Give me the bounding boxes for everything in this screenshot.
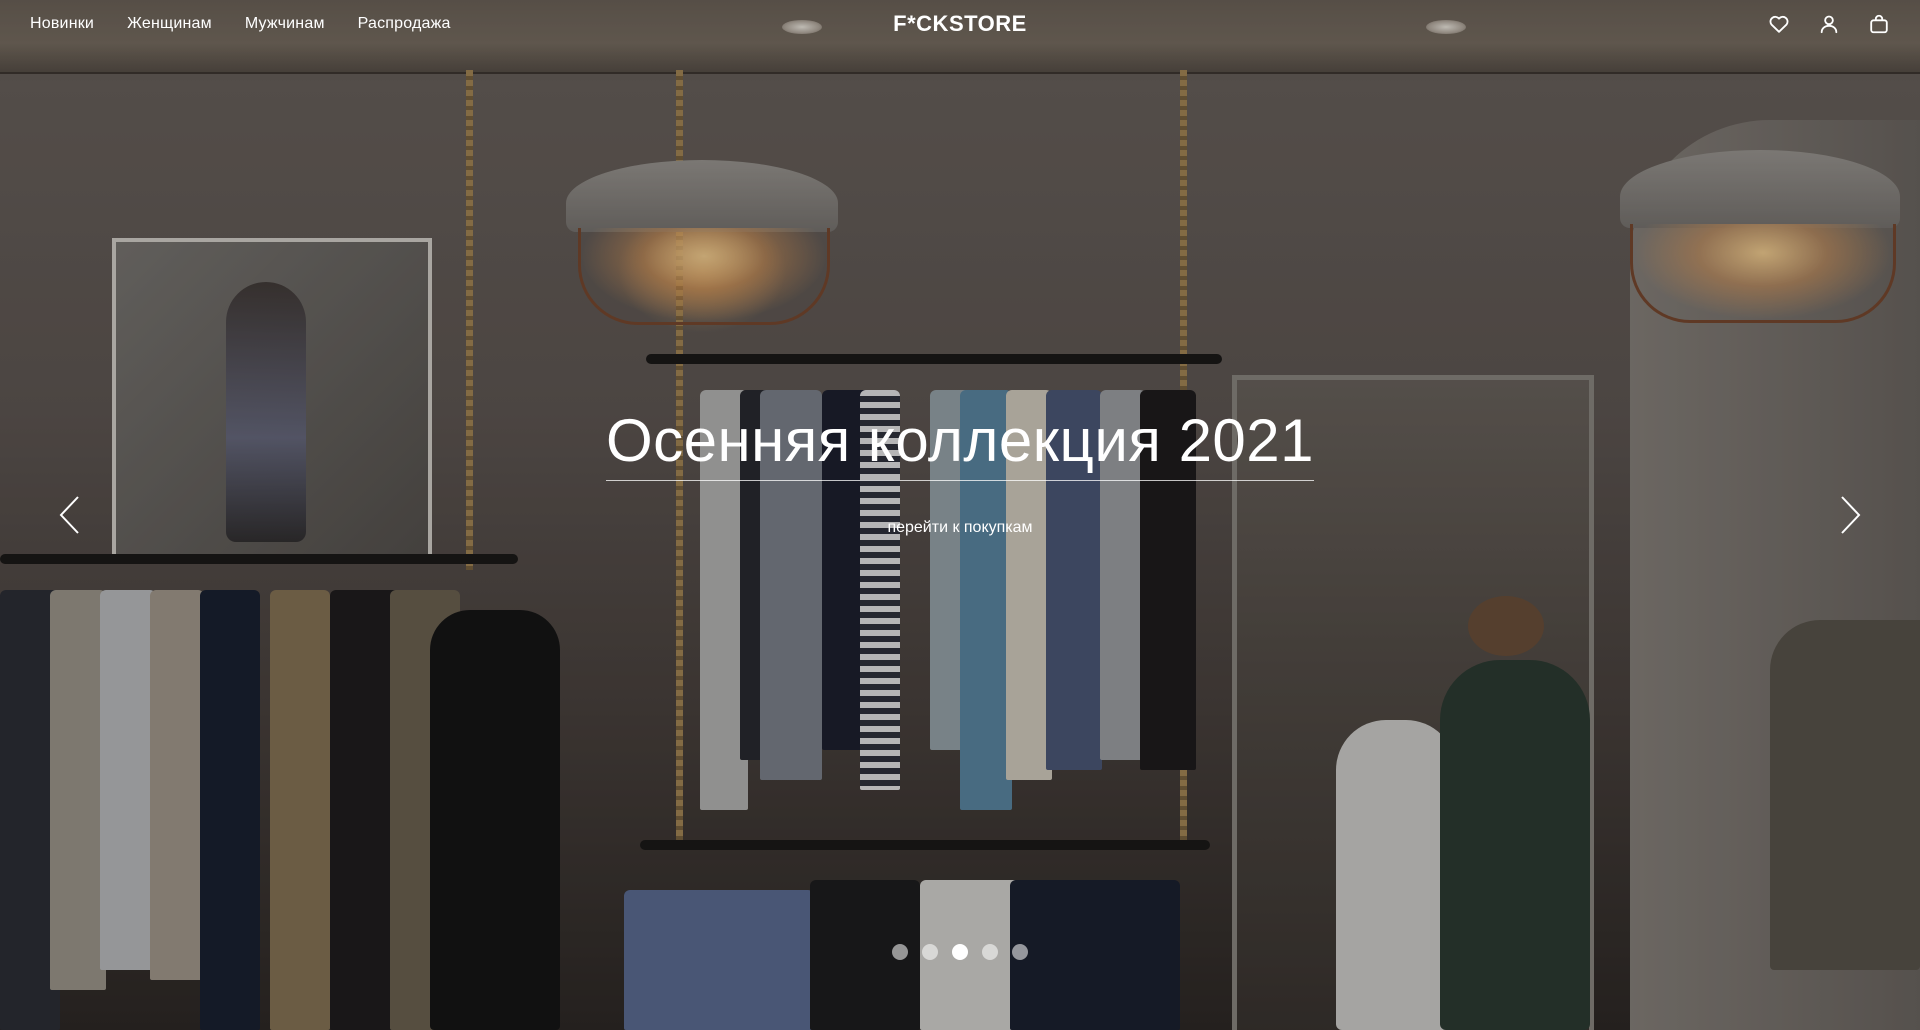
site-header: Новинки Женщинам Мужчинам Распродажа F*C… bbox=[0, 0, 1920, 48]
nav-item-men[interactable]: Мужчинам bbox=[245, 15, 325, 33]
header-actions bbox=[1768, 13, 1890, 35]
main-nav: Новинки Женщинам Мужчинам Распродажа bbox=[30, 15, 451, 33]
hero-title-underline: Осенняя коллекция 2021 bbox=[605, 407, 1315, 481]
slider-dot[interactable] bbox=[982, 944, 998, 960]
slider-dot[interactable] bbox=[892, 944, 908, 960]
chevron-right-icon bbox=[1841, 496, 1861, 534]
slider-prev-button[interactable] bbox=[54, 493, 84, 537]
user-icon[interactable] bbox=[1818, 13, 1840, 35]
nav-item-new[interactable]: Новинки bbox=[30, 15, 94, 33]
hero-slider: Новинки Женщинам Мужчинам Распродажа F*C… bbox=[0, 0, 1920, 1030]
hero-content: Осенняя коллекция 2021 перейти к покупка… bbox=[0, 408, 1920, 537]
shopping-bag-icon[interactable] bbox=[1868, 13, 1890, 35]
heart-icon[interactable] bbox=[1768, 13, 1790, 35]
chevron-left-icon bbox=[59, 496, 79, 534]
nav-item-women[interactable]: Женщинам bbox=[127, 15, 212, 33]
slider-dot[interactable] bbox=[922, 944, 938, 960]
slider-pagination bbox=[0, 944, 1920, 960]
slider-dot[interactable] bbox=[952, 944, 968, 960]
slider-next-button[interactable] bbox=[1836, 493, 1866, 537]
site-logo[interactable]: F*CKSTORE bbox=[893, 11, 1027, 37]
shop-now-link[interactable]: перейти к покупкам bbox=[887, 519, 1032, 537]
slider-dot[interactable] bbox=[1012, 944, 1028, 960]
hero-title: Осенняя коллекция 2021 bbox=[605, 407, 1315, 474]
nav-item-sale[interactable]: Распродажа bbox=[358, 15, 451, 33]
